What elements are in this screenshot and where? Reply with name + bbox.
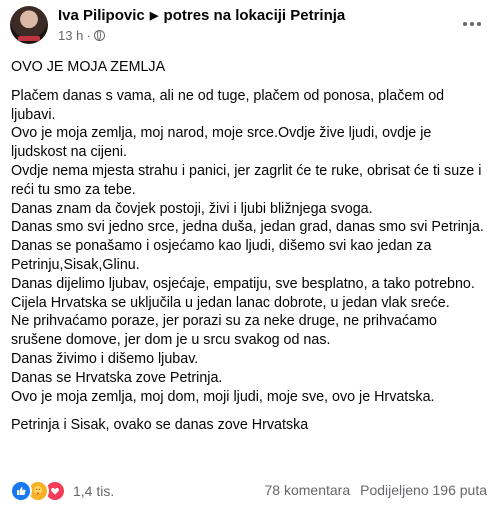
like-icon <box>10 480 32 502</box>
post-paragraph: Ovo je moja zemlja, moj narod, moje srce… <box>11 125 436 161</box>
more-options-icon <box>463 22 467 26</box>
post-paragraph: Ovo je moja zemlja, moj dom, moji ljudi,… <box>11 388 435 405</box>
checkin-location[interactable]: potres na lokaciji Petrinja <box>164 7 346 24</box>
post-paragraph: Danas se ponašamo i osjećamo kao ljudi, … <box>11 238 436 273</box>
post-paragraph: Petrinja i Sisak, ovako se danas zove Hr… <box>11 417 309 434</box>
reactions-summary[interactable]: 1,4 tis. <box>10 480 114 502</box>
post-meta: 13 h · <box>58 28 105 43</box>
arrow-icon: ▶ <box>149 10 159 22</box>
post-paragraph: OVO JE MOJA ZEMLJA <box>11 59 166 75</box>
author-avatar[interactable] <box>10 6 48 44</box>
post-paragraph: Danas smo svi jedno srce, jedna duša, je… <box>11 219 484 236</box>
post-paragraph: Ovdje nema mjesta strahu i panici, jer z… <box>11 162 486 198</box>
post-footer: 1,4 tis. 78 komentara Podijeljeno 196 pu… <box>10 479 488 502</box>
comments-count-link[interactable]: 78 komentara <box>265 479 351 501</box>
facebook-post: Iva Pilipovic ▶ potres na lokaciji Petri… <box>0 0 497 513</box>
shares-count-link[interactable]: Podijeljeno 196 puta <box>360 479 487 501</box>
post-paragraph: Plačem danas s vama, ali ne od tuge, pla… <box>11 87 449 123</box>
post-text: OVO JE MOJA ZEMLJA Plačem danas s vama, a… <box>11 58 487 435</box>
author-name[interactable]: Iva Pilipovic <box>58 7 145 24</box>
post-header: Iva Pilipovic ▶ potres na lokaciji Petri… <box>10 6 487 46</box>
post-time[interactable]: 13 h <box>58 28 83 43</box>
post-paragraph: Danas živimo i dišemo ljubav. <box>11 350 199 367</box>
post-paragraph: Danas znam da čovjek postoji, živi i lju… <box>11 200 373 217</box>
post-paragraph: Danas se Hrvatska zove Petrinja. <box>11 369 223 386</box>
globe-icon <box>93 30 105 41</box>
author-line: Iva Pilipovic ▶ potres na lokaciji Petri… <box>58 7 345 24</box>
reaction-count[interactable]: 1,4 tis. <box>73 480 114 502</box>
post-paragraph: Ne prihvaćamo poraze, jer porazi su za n… <box>11 313 441 349</box>
post-stats: 78 komentara Podijeljeno 196 puta <box>265 479 488 501</box>
more-options-button[interactable] <box>459 14 485 34</box>
post-paragraph: Cijela Hrvatska se uključila u jedan lan… <box>11 294 450 311</box>
post-paragraph: Danas dijelimo ljubav, osjećaje, empatij… <box>11 275 475 292</box>
meta-separator: · <box>86 28 91 43</box>
more-options-icon <box>477 22 481 26</box>
more-options-icon <box>470 22 474 26</box>
